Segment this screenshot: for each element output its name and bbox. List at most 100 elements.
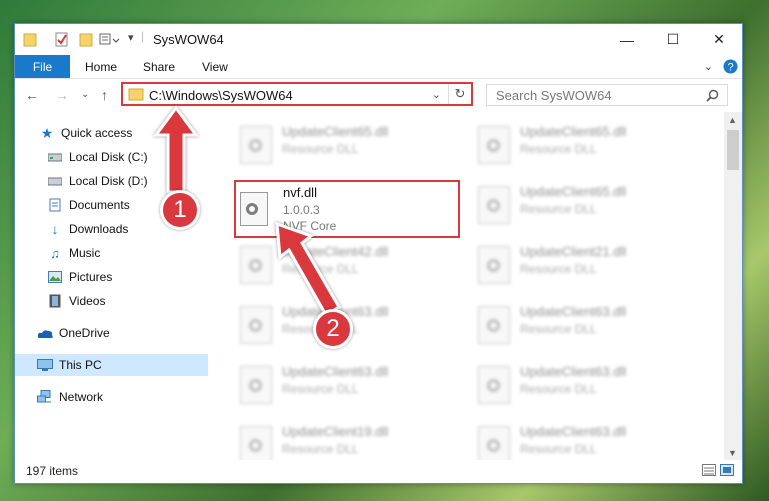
dll-file-icon	[478, 246, 510, 284]
new-folder-icon[interactable]	[79, 31, 93, 48]
dll-file-icon	[240, 366, 272, 404]
star-icon: ★	[40, 124, 54, 141]
title-bar: ▾ | SysWOW64 — ☐ ✕	[15, 24, 742, 55]
customize-quick-access-icon[interactable]	[99, 31, 121, 48]
dll-file-icon	[240, 192, 268, 226]
sidebar-item-quick-access[interactable]: ★ Quick access	[15, 122, 232, 144]
file-tile[interactable]: UpdateClient21.dll Resource DLL	[472, 240, 702, 294]
search-icon[interactable]	[706, 89, 719, 102]
file-name: UpdateClient21.dll	[520, 244, 627, 259]
dll-file-icon	[240, 126, 272, 164]
address-path: C:\Windows\SysWOW64	[149, 88, 293, 103]
sidebar-item-local-disk-c[interactable]: Local Disk (C:) 📌	[15, 146, 240, 168]
sidebar-item-videos[interactable]: Videos 📌	[15, 290, 240, 312]
file-description: NVF Core	[283, 219, 337, 233]
title-separator: |	[141, 29, 145, 43]
drive-icon	[47, 174, 63, 188]
sidebar-item-label: Local Disk (C:)	[69, 150, 148, 164]
sidebar-item-downloads[interactable]: ↓ Downloads 📌	[15, 218, 240, 240]
details-view-icon[interactable]	[702, 464, 716, 476]
dll-file-icon	[240, 246, 272, 284]
tab-view[interactable]: View	[202, 60, 228, 74]
explorer-window: ▾ | SysWOW64 — ☐ ✕ File Home Share View …	[14, 23, 743, 484]
step-badge-2: 2	[313, 309, 353, 349]
dll-file-icon	[478, 306, 510, 344]
file-list: UpdateClient65.dll Resource DLL UpdateCl…	[208, 112, 724, 460]
music-icon: ♫	[50, 245, 60, 261]
file-tile[interactable]: UpdateClient65.dll Resource DLL	[472, 180, 702, 234]
file-tile[interactable]: UpdateClient19.dll Resource DLL	[234, 420, 464, 460]
help-icon[interactable]: ?	[723, 59, 738, 74]
step-badge-1: 1	[160, 190, 200, 230]
sidebar-item-pictures[interactable]: Pictures 📌	[15, 266, 240, 288]
sidebar-item-label: Local Disk (D:)	[69, 174, 148, 188]
svg-text:?: ?	[727, 62, 733, 74]
dropdown-arrow-icon[interactable]: ▾	[128, 31, 134, 48]
file-name: UpdateClient63.dll	[520, 364, 627, 379]
file-tile[interactable]: UpdateClient65.dll Resource DLL	[234, 120, 464, 174]
file-name: UpdateClient65.dll	[520, 124, 627, 139]
file-tile[interactable]: UpdateClient65.dll Resource DLL	[472, 120, 702, 174]
documents-icon	[47, 198, 63, 212]
dll-file-icon	[478, 126, 510, 164]
highlighted-file-nvf-dll[interactable]: nvf.dll 1.0.0.3 NVF Core	[234, 180, 460, 238]
file-tile[interactable]: UpdateClient63.dll Resource DLL	[234, 360, 464, 414]
folder-icon	[128, 88, 144, 101]
back-arrow-icon[interactable]: ←	[25, 87, 39, 103]
search-placeholder: Search SysWOW64	[496, 88, 612, 103]
address-dropdown-icon[interactable]: ⌄	[432, 88, 441, 101]
sidebar-item-documents[interactable]: Documents 📌	[15, 194, 240, 216]
tab-file[interactable]: File	[15, 55, 70, 78]
dll-file-icon	[478, 186, 510, 224]
file-name: UpdateClient65.dll	[282, 124, 389, 139]
sidebar-item-onedrive[interactable]: OneDrive	[15, 322, 230, 344]
file-name: UpdateClient63.dll	[520, 304, 627, 319]
scroll-up-icon[interactable]: ▲	[728, 115, 737, 125]
file-tile[interactable]: UpdateClient42.dll Resource DLL	[234, 240, 464, 294]
ribbon: File Home Share View ⌄ ?	[15, 55, 742, 79]
forward-arrow-icon[interactable]: →	[55, 87, 69, 103]
file-name: nvf.dll	[283, 185, 317, 200]
file-tile[interactable]: UpdateClient63.dll Resource DLL	[472, 300, 702, 354]
sidebar-item-label: Downloads	[69, 222, 129, 236]
up-arrow-icon[interactable]: ↑	[101, 87, 108, 103]
network-icon	[37, 390, 53, 404]
address-row: ← → ⌄ ↑ C:\Windows\SysWOW64 ⌄ ↻ Search S…	[15, 79, 742, 112]
sidebar-item-music[interactable]: ♫ Music 📌	[15, 242, 240, 264]
file-description: Resource DLL	[520, 202, 597, 216]
refresh-icon[interactable]: ↻	[448, 84, 471, 104]
file-description: Resource DLL	[282, 142, 359, 156]
vertical-scrollbar[interactable]: ▲ ▼	[724, 112, 742, 460]
sidebar-item-this-pc[interactable]: This PC	[15, 354, 230, 376]
scroll-down-icon[interactable]: ▼	[728, 448, 737, 458]
pictures-icon	[47, 270, 63, 284]
download-icon: ↓	[51, 221, 59, 237]
drive-icon	[47, 150, 63, 164]
file-tile[interactable]: UpdateClient63.dll Resource DLL	[472, 420, 702, 460]
close-button[interactable]: ✕	[696, 24, 742, 55]
recent-locations-icon[interactable]: ⌄	[81, 89, 89, 100]
file-name: UpdateClient63.dll	[520, 424, 627, 439]
tab-share[interactable]: Share	[143, 60, 175, 74]
sidebar-item-label: This PC	[59, 358, 102, 372]
dll-file-icon	[240, 306, 272, 344]
properties-icon[interactable]	[55, 31, 69, 48]
sidebar-item-local-disk-d[interactable]: Local Disk (D:) 📌	[15, 170, 240, 192]
file-name: UpdateClient65.dll	[520, 184, 627, 199]
scrollbar-thumb[interactable]	[727, 130, 739, 170]
minimize-button[interactable]: —	[604, 24, 650, 55]
file-version: 1.0.0.3	[283, 203, 320, 217]
file-description: Resource DLL	[520, 442, 597, 456]
maximize-button[interactable]: ☐	[650, 24, 696, 55]
file-name: UpdateClient63.dll	[282, 364, 389, 379]
chevron-down-icon[interactable]: ⌄	[704, 60, 713, 73]
tab-home[interactable]: Home	[85, 60, 117, 74]
search-input[interactable]: Search SysWOW64	[486, 84, 728, 106]
large-icons-view-icon[interactable]	[720, 464, 734, 476]
sidebar-item-label: Documents	[69, 198, 130, 212]
address-bar[interactable]: C:\Windows\SysWOW64 ⌄ ↻	[121, 82, 473, 106]
file-tile[interactable]: UpdateClient63.dll Resource DLL	[472, 360, 702, 414]
folder-icon	[23, 33, 37, 47]
sidebar-item-network[interactable]: Network	[15, 386, 230, 408]
dll-file-icon	[478, 426, 510, 460]
